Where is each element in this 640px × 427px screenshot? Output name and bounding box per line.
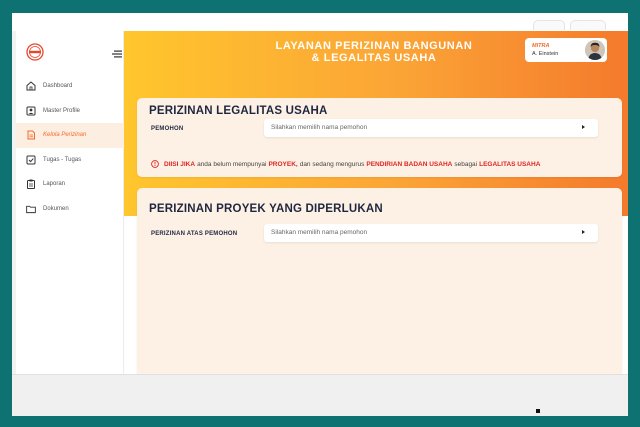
sidebar-item-dokumen[interactable]: Dokumen (16, 197, 124, 222)
page-title-line2: & LEGALITAS USAHA (311, 52, 437, 64)
sidebar-item-tugas[interactable]: Tugas - Tugas (16, 148, 124, 173)
pemohon-select[interactable]: Silahkan memilih nama pemohon (264, 119, 598, 137)
proyek-title: PERIZINAN PROYEK YANG DIPERLUKAN (149, 203, 383, 215)
legalitas-notice: DIISI JIKA anda belum mempunyai PROYEK, … (151, 159, 542, 169)
pemohon-label: PEMOHON (151, 126, 184, 132)
notice-text: anda belum mempunyai (197, 160, 267, 168)
sidebar-item-kelola-perizinan[interactable]: Kelola Perizinan (16, 123, 124, 148)
notice-text: LEGALITAS USAHA (479, 160, 541, 168)
main-content: LAYANAN PERIZINAN BANGUNAN & LEGALITAS U… (124, 31, 628, 374)
page-title-line1: LAYANAN PERIZINAN BANGUNAN (275, 40, 473, 52)
avatar[interactable] (585, 40, 605, 60)
proyek-card: PERIZINAN PROYEK YANG DIPERLUKAN PERIZIN… (137, 188, 622, 374)
perizinan-atas-pemohon-label: PERIZINAN ATAS PEMOHON (151, 231, 238, 237)
report-icon (26, 179, 36, 190)
folder-icon (26, 204, 36, 214)
logo-icon[interactable] (26, 43, 44, 61)
caret-right-icon (582, 125, 585, 129)
menu-toggle-icon[interactable] (112, 46, 122, 58)
top-strip (12, 13, 628, 31)
notice-text: PROYEK, (268, 160, 298, 168)
sidebar-item-label: Master Profile (43, 107, 81, 114)
perizinan-pemohon-select[interactable]: Silahkan memilih nama pemohon (264, 224, 598, 242)
legalitas-title: PERIZINAN LEGALITAS USAHA (149, 105, 328, 117)
sidebar: Dashboard Master Profile Kelola Perizina… (16, 31, 124, 374)
profile-icon (26, 106, 36, 116)
pemohon-select-value: Silahkan memilih nama pemohon (271, 124, 368, 131)
top-tab-2[interactable] (570, 20, 606, 30)
user-name: A. Einstein (532, 51, 559, 57)
notice-text: sebagai (454, 160, 478, 168)
legalitas-card: PERIZINAN LEGALITAS USAHA PEMOHON Silahk… (137, 98, 622, 177)
document-icon (26, 130, 36, 140)
sidebar-item-label: Kelola Perizinan (43, 132, 87, 139)
notice-text: dan sedang mengurus (299, 160, 365, 168)
alert-icon (151, 160, 159, 168)
notice-text: PENDIRIAN BADAN USAHA (366, 160, 453, 168)
sidebar-item-label: Dashboard (43, 83, 73, 90)
checkbox-icon (26, 155, 36, 165)
home-icon (26, 81, 36, 91)
app-window: Dashboard Master Profile Kelola Perizina… (12, 13, 628, 416)
sidebar-item-label: Laporan (43, 181, 66, 188)
user-card[interactable]: MITRA A. Einstein (525, 38, 607, 62)
sidebar-item-laporan[interactable]: Laporan (16, 172, 124, 197)
sidebar-item-label: Dokumen (43, 205, 69, 212)
perizinan-pemohon-select-value: Silahkan memilih nama pemohon (271, 229, 368, 236)
top-tab-1[interactable] (533, 20, 565, 30)
sidebar-item-label: Tugas - Tugas (43, 156, 82, 163)
sidebar-nav: Dashboard Master Profile Kelola Perizina… (16, 74, 124, 221)
user-role: MITRA (532, 43, 550, 49)
mouse-cursor (536, 409, 540, 413)
sidebar-item-dashboard[interactable]: Dashboard (16, 74, 124, 99)
sidebar-item-master-profile[interactable]: Master Profile (16, 99, 124, 124)
notice-text: DIISI JIKA (164, 160, 196, 168)
caret-right-icon (582, 230, 585, 234)
page-title: LAYANAN PERIZINAN BANGUNAN & LEGALITAS U… (254, 40, 494, 64)
